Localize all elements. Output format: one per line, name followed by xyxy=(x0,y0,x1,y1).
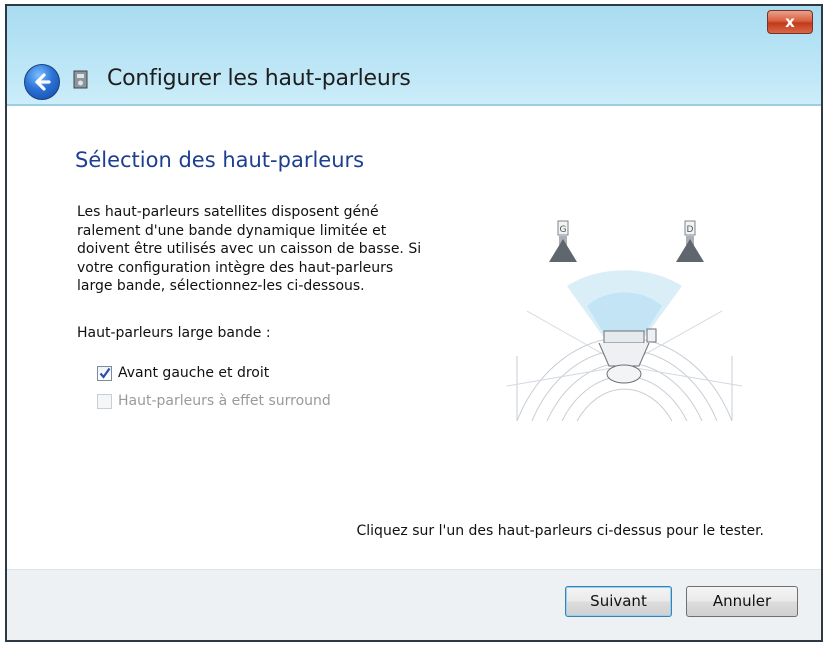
close-icon: x xyxy=(785,13,795,31)
test-hint: Cliquez sur l'un des haut-parleurs ci-de… xyxy=(356,523,765,539)
next-button[interactable]: Suivant xyxy=(565,586,672,617)
back-button[interactable] xyxy=(24,64,60,100)
checkbox-label: Avant gauche et droit xyxy=(118,365,270,381)
checkbox-box[interactable] xyxy=(97,365,112,381)
checkbox-label: Haut-parleurs à effet surround xyxy=(118,393,331,409)
svg-text:G: G xyxy=(560,225,567,235)
description-line: Les haut-parleurs satellites disposent g… xyxy=(77,204,379,220)
close-button[interactable]: x xyxy=(767,10,813,34)
dialog-window: x Configurer les haut-parleurs Sélection… xyxy=(5,4,823,642)
group-label: Haut-parleurs large bande : xyxy=(77,325,271,341)
speaker-diagram: G D xyxy=(507,220,742,422)
description-line: doivent être utilisés avec un caisson de… xyxy=(77,241,422,257)
speaker-left-icon[interactable]: G xyxy=(549,220,577,262)
svg-text:D: D xyxy=(687,225,694,235)
speaker-right-icon[interactable]: D xyxy=(676,220,704,262)
checkmark-icon xyxy=(99,367,111,379)
cancel-button[interactable]: Annuler xyxy=(686,586,798,617)
description-text: Les haut-parleurs satellites disposent g… xyxy=(77,203,467,296)
description-line: large bande, sélectionnez-les ci-dessous… xyxy=(77,278,365,294)
description-line: votre configuration intègre des haut-par… xyxy=(77,259,394,276)
description-line: ralement d'une bande dynamique limitée e… xyxy=(77,222,387,239)
checkbox-box[interactable] xyxy=(97,393,112,409)
window-title: Configurer les haut-parleurs xyxy=(107,66,411,91)
speaker-app-icon xyxy=(73,70,88,89)
page-heading: Sélection des haut-parleurs xyxy=(75,148,365,172)
title-bar: x Configurer les haut-parleurs xyxy=(7,6,821,106)
checkbox-surround[interactable]: Haut-parleurs à effet surround xyxy=(97,391,331,411)
back-arrow-icon xyxy=(35,73,51,91)
checkbox-front-left-right[interactable]: Avant gauche et droit xyxy=(97,363,269,383)
